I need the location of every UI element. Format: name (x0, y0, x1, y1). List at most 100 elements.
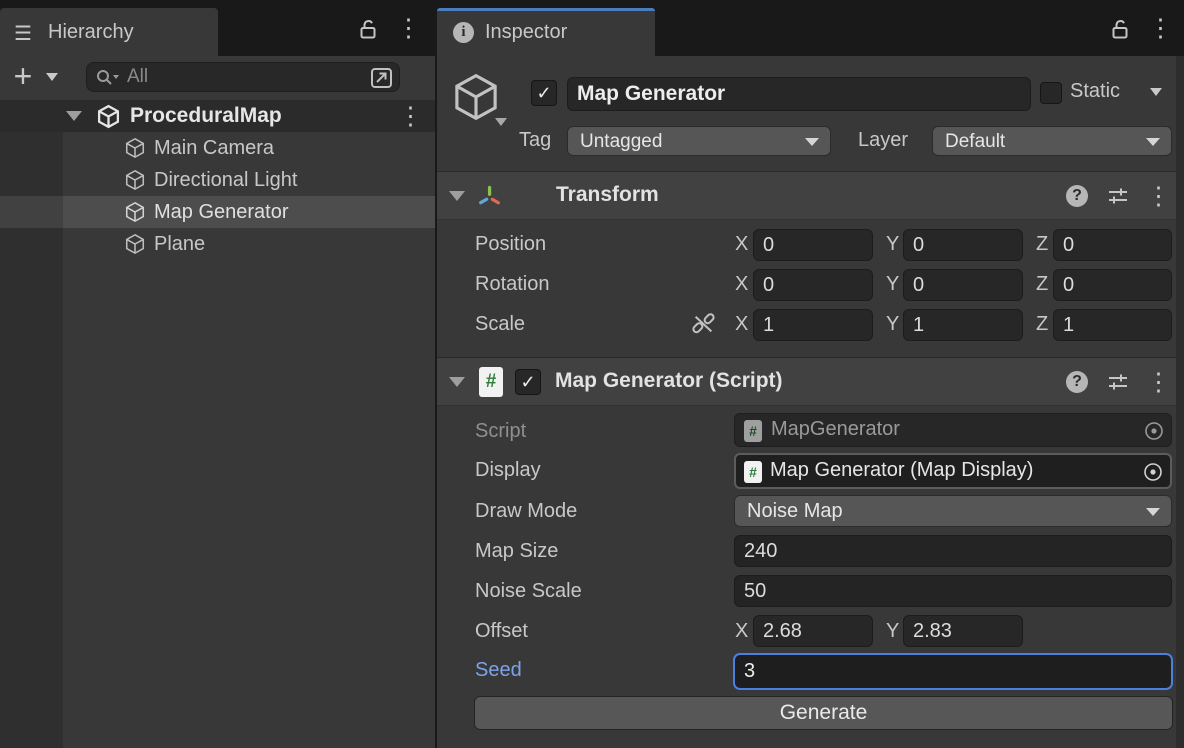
inspector-tabbar: i Inspector ⋮ (437, 0, 1184, 56)
unlock-icon[interactable] (1108, 17, 1132, 43)
tag-value: Untagged (580, 131, 662, 152)
position-x-field[interactable] (753, 229, 873, 261)
info-icon: i (453, 22, 474, 43)
draw-mode-label: Draw Mode (475, 500, 577, 523)
hierarchy-search-field[interactable] (86, 62, 400, 92)
scale-z-field[interactable] (1053, 309, 1172, 341)
rotation-z-field[interactable] (1053, 269, 1172, 301)
gameobject-cube-icon (124, 201, 146, 223)
axis-x-label: X (735, 233, 748, 256)
transform-header[interactable]: Transform ? ⋮ (437, 171, 1176, 220)
csharp-script-icon: # (744, 461, 762, 483)
axis-z-label: Z (1036, 233, 1048, 256)
script-enabled-checkbox[interactable]: ✓ (515, 369, 541, 395)
static-checkbox[interactable] (1040, 82, 1062, 104)
hierarchy-item-main-camera[interactable]: Main Camera (0, 132, 435, 164)
hierarchy-item-label: Map Generator (154, 196, 289, 228)
script-menu-icon[interactable]: ⋮ (1146, 368, 1168, 398)
active-checkbox[interactable]: ✓ (531, 80, 557, 106)
axis-y-label: Y (886, 273, 899, 296)
tag-label: Tag (519, 129, 551, 152)
object-picker-icon[interactable] (1143, 420, 1165, 442)
hierarchy-item-plane[interactable]: Plane (0, 228, 435, 260)
axis-z-label: Z (1036, 313, 1048, 336)
rotation-x-field[interactable] (753, 269, 873, 301)
tab-hierarchy[interactable]: ☰ Hierarchy (0, 8, 218, 56)
gameobject-name-field[interactable] (567, 77, 1031, 111)
gameobject-icon-caret[interactable] (495, 118, 507, 126)
scene-visibility-gutter[interactable] (0, 132, 63, 748)
script-foldout-icon[interactable] (449, 377, 465, 387)
scene-row[interactable]: ProceduralMap ⋮ (0, 100, 435, 132)
tag-dropdown[interactable]: Untagged (567, 126, 831, 156)
seed-label: Seed (475, 659, 522, 682)
object-picker-icon[interactable] (1142, 461, 1164, 483)
scale-x-field[interactable] (753, 309, 873, 341)
script-field-label: Script (475, 420, 526, 443)
transform-icon (476, 183, 503, 210)
noise-scale-label: Noise Scale (475, 580, 582, 603)
hierarchy-tab-label: Hierarchy (48, 21, 134, 44)
create-plus-button[interactable]: + (8, 58, 38, 96)
draw-mode-caret-icon (1146, 508, 1160, 516)
layer-dropdown[interactable]: Default (932, 126, 1172, 156)
noise-scale-field[interactable] (734, 575, 1172, 607)
search-input[interactable] (125, 65, 355, 89)
help-icon[interactable]: ? (1066, 185, 1088, 207)
inspector-scrollbar-track[interactable] (1176, 56, 1184, 748)
draw-mode-value: Noise Map (747, 500, 843, 522)
presets-icon[interactable] (1106, 371, 1130, 393)
script-component-title: Map Generator (Script) (555, 369, 783, 393)
layer-value: Default (945, 131, 1005, 152)
map-size-label: Map Size (475, 540, 558, 563)
inspector-panel: i Inspector ⋮ ✓ Static Tag Untagged Laye… (437, 0, 1184, 748)
scale-y-field[interactable] (903, 309, 1023, 341)
csharp-script-icon: # (744, 420, 762, 442)
offset-x-field[interactable] (753, 615, 873, 647)
search-icon (95, 68, 121, 88)
tab-inspector[interactable]: i Inspector (437, 8, 655, 56)
inspector-menu-icon[interactable]: ⋮ (1148, 14, 1170, 44)
scene-menu-icon[interactable]: ⋮ (398, 102, 420, 132)
hierarchy-item-directional-light[interactable]: Directional Light (0, 164, 435, 196)
rotation-label: Rotation (475, 273, 550, 296)
hierarchy-list-icon: ☰ (14, 21, 32, 46)
create-dropdown-caret-icon[interactable] (46, 73, 58, 81)
seed-field[interactable] (733, 653, 1173, 690)
hierarchy-menu-icon[interactable]: ⋮ (396, 14, 418, 44)
hierarchy-item-label: Directional Light (154, 164, 297, 196)
position-z-field[interactable] (1053, 229, 1172, 261)
script-object-value: MapGenerator (771, 418, 900, 441)
rotation-y-field[interactable] (903, 269, 1023, 301)
script-object-field[interactable]: # MapGenerator (734, 413, 1172, 447)
open-search-window-icon[interactable] (369, 66, 395, 90)
generate-button[interactable]: Generate (474, 696, 1173, 730)
hierarchy-item-map-generator-selected[interactable]: Map Generator (0, 196, 435, 228)
static-label: Static (1070, 80, 1120, 103)
hierarchy-tabbar: ☰ Hierarchy ⋮ (0, 0, 435, 56)
help-icon[interactable]: ? (1066, 371, 1088, 393)
gameobject-icon[interactable] (449, 70, 503, 124)
presets-icon[interactable] (1106, 185, 1130, 207)
map-size-field[interactable] (734, 535, 1172, 567)
transform-title: Transform (556, 183, 659, 207)
scene-foldout-icon[interactable] (66, 111, 82, 121)
axis-y-label: Y (886, 233, 899, 256)
offset-label: Offset (475, 620, 528, 643)
constrain-proportions-broken-link-icon[interactable] (690, 310, 717, 337)
offset-y-field[interactable] (903, 615, 1023, 647)
scene-name: ProceduralMap (130, 100, 282, 132)
display-field-label: Display (475, 459, 541, 482)
draw-mode-dropdown[interactable]: Noise Map (734, 495, 1172, 527)
scale-label: Scale (475, 313, 525, 336)
transform-menu-icon[interactable]: ⋮ (1146, 182, 1168, 212)
static-dropdown-caret-icon[interactable] (1150, 88, 1162, 96)
gameobject-cube-icon (124, 137, 146, 159)
map-generator-script-header[interactable]: # ✓ Map Generator (Script) ? ⋮ (437, 357, 1176, 406)
hierarchy-item-label: Main Camera (154, 132, 274, 164)
position-y-field[interactable] (903, 229, 1023, 261)
unlock-icon[interactable] (356, 17, 380, 43)
display-object-field[interactable]: # Map Generator (Map Display) (734, 453, 1172, 489)
axis-y-label: Y (886, 620, 899, 643)
transform-foldout-icon[interactable] (449, 191, 465, 201)
